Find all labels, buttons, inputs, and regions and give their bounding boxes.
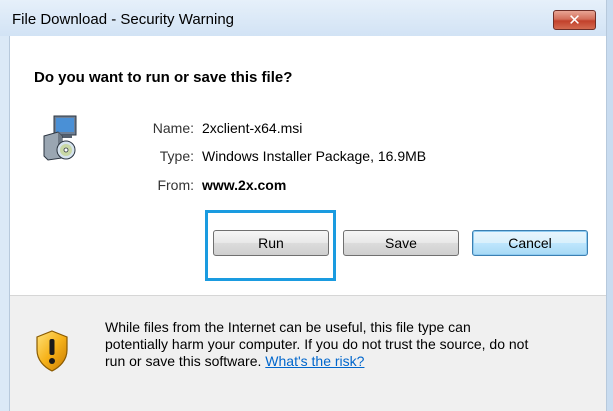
file-info-panel: Do you want to run or save this file? Na… [10, 36, 607, 296]
close-icon: ✕ [568, 10, 581, 29]
dialog-heading: Do you want to run or save this file? [34, 69, 293, 86]
file-name: 2xclient-x64.msi [202, 120, 303, 136]
save-button[interactable]: Save [343, 230, 459, 256]
warning-line-last: run or save this software. What's the ri… [105, 353, 595, 370]
cancel-button[interactable]: Cancel [472, 230, 588, 256]
dialog-body: Do you want to run or save this file? Na… [9, 36, 607, 411]
close-button[interactable]: ✕ [553, 10, 596, 30]
from-label: From: [157, 177, 194, 193]
name-label: Name: [152, 120, 194, 136]
warning-line: While files from the Internet can be use… [105, 319, 471, 335]
file-type: Windows Installer Package, 16.9MB [202, 148, 427, 164]
window-frame-edge [606, 0, 613, 411]
titlebar[interactable]: File Download - Security Warning ✕ [0, 0, 606, 36]
warning-line: run or save this software. [105, 353, 262, 369]
warning-message: While files from the Internet can be use… [105, 319, 595, 370]
run-button[interactable]: Run [213, 230, 329, 256]
window-title: File Download - Security Warning [12, 11, 235, 28]
warning-panel: While files from the Internet can be use… [10, 296, 607, 411]
security-warning-dialog: File Download - Security Warning ✕ Do yo… [0, 0, 613, 411]
whats-the-risk-link[interactable]: What's the risk? [265, 353, 364, 369]
type-label: Type: [159, 148, 194, 164]
file-source: www.2x.com [202, 177, 287, 193]
warning-line: potentially harm your computer. If you d… [105, 336, 529, 352]
installer-package-icon [43, 115, 77, 161]
shield-warning-icon [36, 330, 68, 372]
